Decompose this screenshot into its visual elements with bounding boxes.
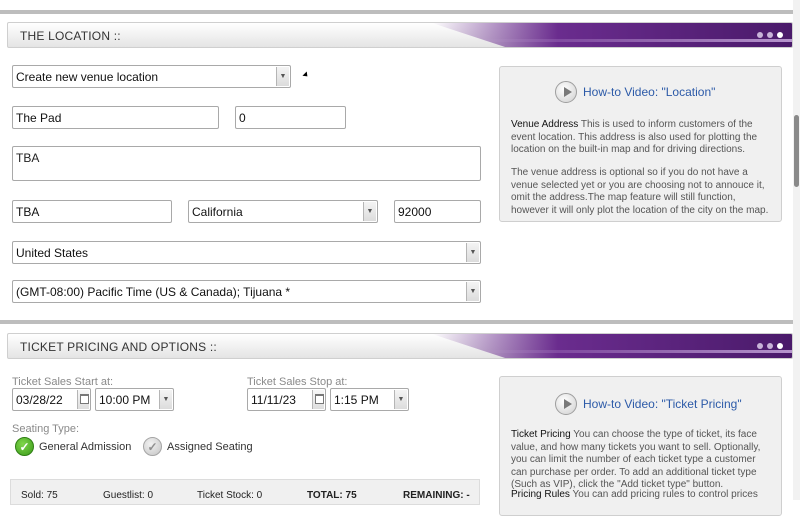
header-dots-icon: [757, 343, 783, 349]
country-select[interactable]: United States ▼: [12, 241, 481, 264]
sales-stop-label: Ticket Sales Stop at:: [247, 376, 348, 388]
pricing-video-link[interactable]: How-to Video: "Ticket Pricing": [555, 393, 742, 415]
stat-remaining: REMAINING: -: [403, 490, 470, 501]
venue-name-value: The Pad: [16, 111, 62, 125]
timezone-value: (GMT-08:00) Pacific Time (US & Canada); …: [16, 285, 291, 299]
sales-start-time-value: 10:00 PM: [99, 393, 151, 407]
venue-capacity-input[interactable]: 0: [235, 106, 346, 129]
zip-value: 92000: [398, 205, 432, 219]
sales-stop-date-input[interactable]: 11/11/23: [247, 388, 326, 411]
stat-sold: Sold: 75: [21, 490, 58, 501]
location-help-box: How-to Video: "Location" Venue Address T…: [499, 66, 782, 222]
top-divider: [0, 0, 793, 14]
header-swoosh-highlight: [472, 39, 792, 42]
location-video-link[interactable]: How-to Video: "Location": [555, 81, 715, 103]
general-admission-radio[interactable]: ✓: [15, 437, 34, 456]
stat-total: TOTAL: 75: [307, 490, 357, 501]
pricing-help-paragraph-1: Ticket Pricing You can choose the type o…: [511, 429, 773, 492]
state-select[interactable]: California ▼: [188, 200, 378, 223]
header-dots-icon: [757, 32, 783, 38]
city-input[interactable]: TBA: [12, 200, 172, 223]
stat-ticket-stock: Ticket Stock: 0: [197, 490, 263, 501]
header-swoosh-highlight: [472, 350, 792, 353]
venue-capacity-value: 0: [239, 111, 246, 125]
assigned-seating-label[interactable]: Assigned Seating: [167, 441, 253, 453]
country-value: United States: [16, 246, 89, 260]
location-section-header: THE LOCATION ::: [7, 22, 793, 48]
chevron-down-icon[interactable]: ▼: [466, 243, 479, 262]
address-textarea[interactable]: TBA: [12, 146, 481, 181]
help-term-pricing-rules: Pricing Rules: [511, 489, 570, 500]
scrollbar-thumb[interactable]: [794, 115, 799, 187]
header-swoosh-decoration: [432, 23, 792, 47]
help-term-venue-address: Venue Address: [511, 119, 579, 130]
sales-stop-time-select[interactable]: 1:15 PM ▼: [330, 388, 409, 411]
pricing-section-header: TICKET PRICING AND OPTIONS ::: [7, 333, 793, 359]
mouse-cursor-icon: [302, 71, 310, 79]
sales-stop-time-value: 1:15 PM: [334, 393, 379, 407]
seating-type-label: Seating Type:: [12, 423, 80, 435]
play-icon[interactable]: [555, 393, 577, 415]
general-admission-label[interactable]: General Admission: [39, 441, 131, 453]
assigned-seating-radio[interactable]: ✓: [143, 437, 162, 456]
location-video-label[interactable]: How-to Video: "Location": [583, 85, 715, 99]
chevron-down-icon[interactable]: ▼: [466, 282, 479, 301]
page-scrollbar[interactable]: [793, 0, 800, 500]
chevron-down-icon[interactable]: ▼: [394, 390, 407, 409]
sales-start-label: Ticket Sales Start at:: [12, 376, 114, 388]
zip-input[interactable]: 92000: [394, 200, 481, 223]
address-value: TBA: [16, 151, 40, 165]
calendar-icon[interactable]: [312, 390, 324, 409]
chevron-down-icon[interactable]: ▼: [276, 67, 289, 86]
location-help-paragraph-1: Venue Address This is used to inform cus…: [511, 119, 773, 157]
check-icon: ✓: [147, 439, 158, 454]
pricing-section-title: TICKET PRICING AND OPTIONS ::: [20, 340, 217, 354]
help-term-ticket-pricing: Ticket Pricing: [511, 429, 571, 440]
city-value: TBA: [16, 205, 40, 219]
check-icon: ✓: [19, 439, 30, 454]
venue-name-input[interactable]: The Pad: [12, 106, 219, 129]
header-swoosh-decoration: [432, 334, 792, 358]
stat-guestlist: Guestlist: 0: [103, 490, 154, 501]
section-divider: [0, 300, 793, 324]
chevron-down-icon[interactable]: ▼: [159, 390, 172, 409]
sales-stop-date-value: 11/11/23: [251, 393, 296, 407]
location-help-paragraph-2: The venue address is optional so if you …: [511, 167, 769, 216]
venue-select-value: Create new venue location: [16, 70, 159, 84]
chevron-down-icon[interactable]: ▼: [363, 202, 376, 221]
location-section-title: THE LOCATION ::: [20, 29, 121, 43]
ticket-stats-bar: Sold: 75 Guestlist: 0 Ticket Stock: 0 TO…: [10, 479, 480, 505]
sales-start-time-select[interactable]: 10:00 PM ▼: [95, 388, 174, 411]
pricing-help-box: How-to Video: "Ticket Pricing" Ticket Pr…: [499, 376, 782, 516]
state-value: California: [192, 205, 243, 219]
play-icon[interactable]: [555, 81, 577, 103]
sales-start-date-value: 03/28/22: [16, 393, 63, 407]
venue-select[interactable]: Create new venue location ▼: [12, 65, 291, 88]
sales-start-date-input[interactable]: 03/28/22: [12, 388, 91, 411]
pricing-video-label[interactable]: How-to Video: "Ticket Pricing": [583, 397, 742, 411]
calendar-icon[interactable]: [77, 390, 89, 409]
help-text-pricing-rules: You can add pricing rules to control pri…: [569, 489, 758, 500]
